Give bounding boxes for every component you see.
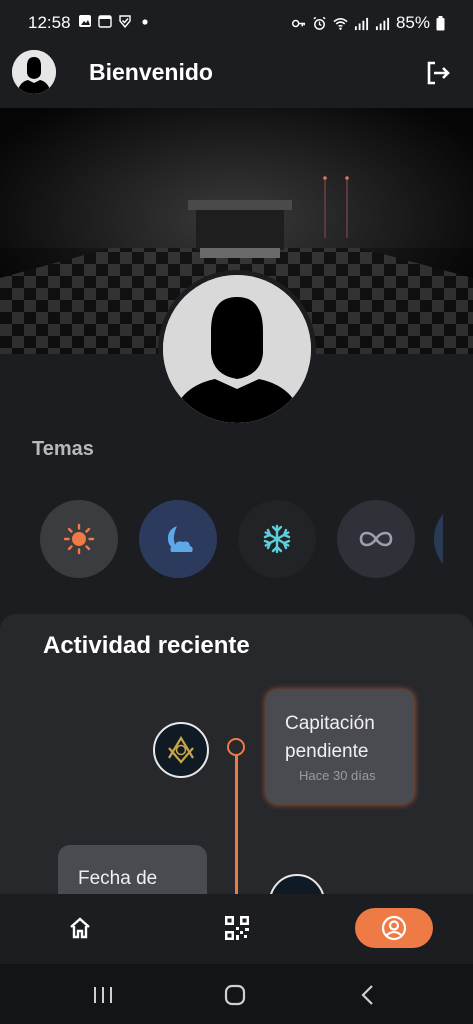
alarm-icon	[313, 16, 326, 30]
avatar[interactable]	[12, 50, 56, 94]
bottom-nav	[0, 894, 473, 964]
signal-icon	[375, 17, 390, 30]
user-silhouette-icon	[163, 275, 311, 423]
user-silhouette-icon	[12, 50, 56, 94]
event-card[interactable]: Fecha de	[58, 845, 207, 894]
profile-icon	[381, 915, 407, 941]
theme-ice-button[interactable]	[238, 500, 316, 578]
nav-qr[interactable]	[217, 908, 257, 948]
key-icon	[291, 19, 306, 27]
logout-icon[interactable]	[423, 58, 453, 88]
dot-icon	[142, 19, 148, 25]
timeline-dot	[227, 738, 245, 756]
moon-cloud-icon	[167, 526, 193, 552]
wifi-icon	[333, 17, 348, 30]
sun-icon	[63, 523, 95, 555]
page-title: Bienvenido	[89, 59, 213, 85]
status-right: 85%	[291, 13, 445, 33]
home-button-icon[interactable]	[222, 982, 248, 1008]
event-title: Capitación pendiente	[285, 713, 375, 762]
image-icon	[79, 15, 91, 27]
square-compass-icon	[157, 726, 205, 774]
back-icon[interactable]	[355, 982, 381, 1008]
calendar-31-icon	[98, 15, 112, 28]
event-time: Hace 30 días	[299, 768, 376, 783]
infinity-icon	[359, 531, 393, 547]
shield-check-icon	[119, 15, 131, 28]
masonic-logo	[269, 874, 325, 894]
status-time: 12:58	[28, 13, 71, 32]
theme-night-button[interactable]	[139, 500, 217, 578]
nav-home[interactable]	[60, 908, 100, 948]
masonic-logo	[153, 722, 209, 778]
system-nav	[0, 964, 473, 1024]
event-card[interactable]: Capitación pendiente Hace 30 días	[266, 690, 414, 804]
event-title: Fecha de	[78, 868, 158, 889]
status-bar: 12:58 85%	[0, 0, 473, 46]
battery-percentage: 85%	[395, 13, 430, 32]
nav-profile[interactable]	[355, 908, 433, 948]
activity-title: Actividad reciente	[43, 632, 250, 659]
themes-title: Temas	[32, 438, 94, 460]
app-screen: 12:58 85% Bienvenido Temas Actividad rec…	[0, 0, 473, 1024]
signal-icon	[354, 17, 369, 30]
app-bar: Bienvenido	[0, 46, 473, 108]
battery-icon	[436, 15, 445, 30]
snowflake-icon	[263, 524, 291, 554]
profile-avatar[interactable]	[158, 270, 316, 428]
status-left-icons	[78, 14, 152, 28]
recent-apps-icon[interactable]	[90, 982, 116, 1008]
qr-code-icon	[225, 916, 249, 940]
theme-infinity-button[interactable]	[337, 500, 415, 578]
themes-list	[40, 500, 443, 580]
timeline-line	[235, 756, 238, 894]
activity-card: Actividad reciente Capitación pendiente …	[0, 614, 473, 894]
theme-more-button[interactable]	[434, 500, 443, 578]
theme-light-button[interactable]	[40, 500, 118, 578]
home-icon	[70, 917, 90, 939]
